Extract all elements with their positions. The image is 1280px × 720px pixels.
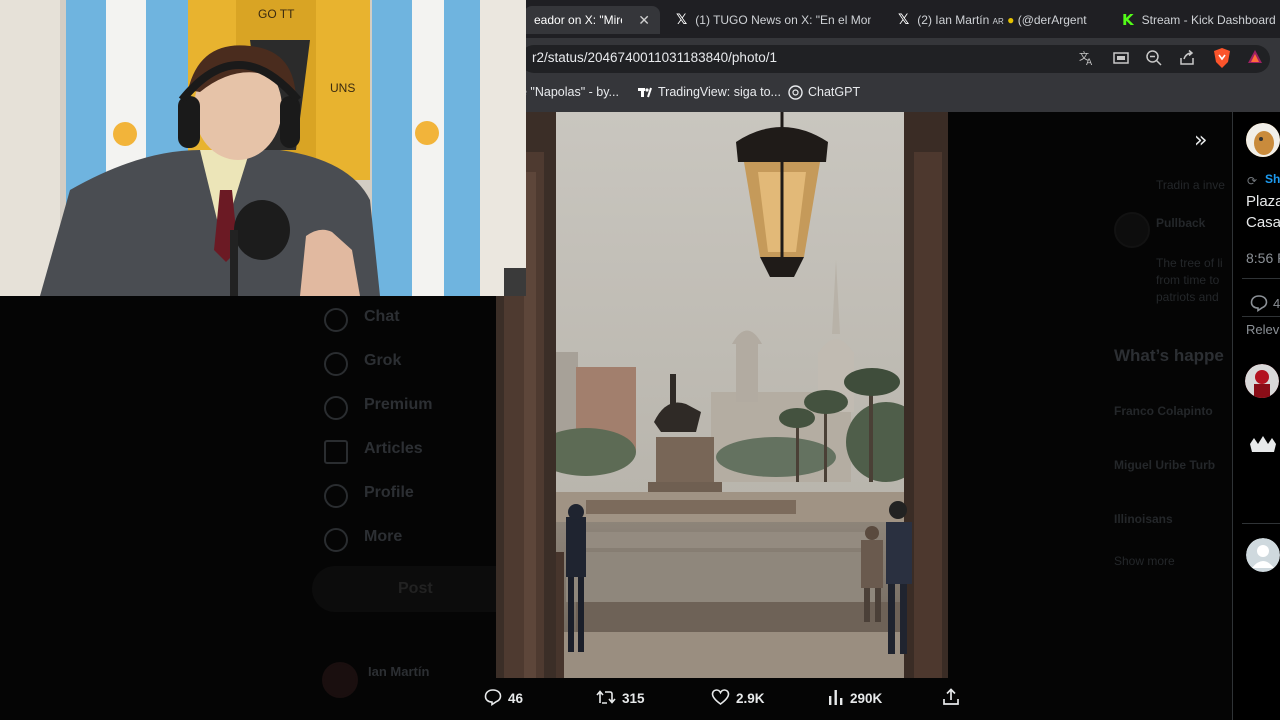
bookmark-label: e "Napolas" - by...: [520, 85, 619, 99]
avatar[interactable]: [1246, 123, 1280, 157]
divider: [1242, 523, 1280, 524]
repost-count: 315: [622, 691, 645, 706]
reposted-label: Sh: [1265, 172, 1280, 186]
post-button-label: Post: [398, 580, 433, 597]
translate-icon[interactable]: 文A: [1078, 49, 1096, 71]
trend-item: Franco Colapinto: [1114, 404, 1213, 418]
webcam-overlay: GO TT UNS: [0, 0, 526, 296]
dim-post-text: patriots and: [1156, 290, 1219, 304]
plaza-photo-image: [496, 112, 948, 678]
avatar: [1114, 212, 1150, 248]
nav-premium: Premium: [364, 396, 433, 413]
avatar[interactable]: [1245, 364, 1279, 398]
tradingview-icon: [638, 85, 652, 99]
bookmark-label: ChatGPT: [808, 85, 861, 99]
repost-icon: [596, 688, 616, 709]
premium-icon: [324, 396, 348, 420]
more-icon: [324, 528, 348, 552]
banner-text: UNS: [330, 81, 355, 95]
account-name: Ian Martín: [368, 664, 430, 679]
like-button[interactable]: 2.9K: [711, 688, 765, 709]
views-count: 290K: [850, 691, 883, 706]
brave-rewards-icon[interactable]: [1246, 48, 1264, 70]
post-text-line: Casa: [1246, 214, 1280, 231]
tab-ian-martin[interactable]: 𝕏 (2) Ian Martín AR ● (@derArgent: [898, 6, 1104, 34]
repost-button[interactable]: 315: [596, 688, 645, 709]
trend-item: Illinoisans: [1114, 512, 1173, 526]
grok-icon: [324, 352, 348, 376]
heart-icon: [711, 688, 730, 709]
show-more-link: Show more: [1114, 554, 1175, 568]
repost-icon: ⟳: [1247, 174, 1258, 188]
articles-icon: [324, 440, 348, 464]
nav-grok: Grok: [364, 352, 402, 369]
tab-label: (2) Ian Martín AR ● (@derArgent: [917, 13, 1087, 27]
avatar[interactable]: [1246, 430, 1280, 464]
whats-happening-heading: What’s happe: [1114, 346, 1224, 365]
media-photo[interactable]: [496, 112, 948, 678]
expand-panel-icon[interactable]: »: [1194, 128, 1207, 153]
sort-relevance[interactable]: Relev: [1246, 322, 1279, 337]
share-button[interactable]: [942, 688, 960, 709]
x-logo-icon: 𝕏: [676, 12, 688, 28]
cast-icon[interactable]: [1112, 49, 1130, 71]
trend-item: Miguel Uribe Turb: [1114, 458, 1216, 472]
reply-icon[interactable]: [1250, 294, 1268, 317]
bookmark-chatgpt[interactable]: ChatGPT: [788, 85, 861, 100]
bookmark-napolas[interactable]: e "Napolas" - by...: [520, 85, 619, 99]
banner-text: GO TT: [258, 7, 295, 21]
tab-label: Stream - Kick Dashboard: [1141, 13, 1276, 27]
profile-icon: [324, 484, 348, 508]
reply-icon: [484, 688, 502, 709]
brave-shield-icon[interactable]: [1212, 47, 1232, 73]
nav-more: More: [364, 528, 403, 545]
bookmark-label: TradingView: siga to...: [658, 85, 781, 99]
dim-post-user: Pullback: [1156, 216, 1206, 230]
close-icon[interactable]: ✕: [638, 12, 650, 29]
dim-post-text: from time to: [1156, 273, 1220, 287]
tab-active[interactable]: eador on X: "Miren l ✕: [524, 6, 660, 34]
x-logo-icon: 𝕏: [898, 12, 910, 28]
divider: [1242, 316, 1280, 317]
webcam-image: GO TT UNS: [0, 0, 526, 296]
bookmark-tradingview[interactable]: TradingView: siga to...: [638, 85, 781, 99]
reply-count: 4: [1273, 296, 1280, 311]
tab-label: (1) TUGO News on X: "En el Monu: [695, 13, 872, 27]
post-time: 8:56 P: [1246, 250, 1280, 266]
chat-icon: [324, 308, 348, 332]
avatar[interactable]: [1246, 538, 1280, 572]
tab-tugo[interactable]: 𝕏 (1) TUGO News on X: "En el Monu: [676, 6, 880, 34]
reply-button[interactable]: 46: [484, 688, 523, 709]
avatar: [322, 662, 358, 698]
share-icon: [942, 688, 960, 709]
share-icon[interactable]: [1178, 49, 1196, 71]
tab-label: eador on X: "Miren l: [534, 13, 622, 27]
like-count: 2.9K: [736, 691, 765, 706]
dim-post-text: Tradin a inve: [1156, 178, 1225, 192]
nav-profile: Profile: [364, 484, 414, 501]
nav-articles: Articles: [364, 440, 423, 457]
divider: [1242, 278, 1280, 279]
reply-count: 46: [508, 691, 524, 706]
views-button[interactable]: 290K: [828, 688, 882, 709]
post-text-line: Plaza: [1246, 193, 1280, 210]
url-text[interactable]: r2/status/2046740011031183840/photo/1: [532, 50, 777, 65]
svg-text:A: A: [1086, 58, 1093, 67]
analytics-icon: [828, 688, 844, 709]
chatgpt-icon: [788, 85, 803, 100]
nav-chat: Chat: [364, 308, 400, 325]
tab-kick[interactable]: K Stream - Kick Dashboard: [1122, 6, 1278, 34]
kick-logo-icon: K: [1122, 11, 1134, 29]
zoom-out-icon[interactable]: [1145, 49, 1163, 71]
dim-post-text: The tree of li: [1156, 256, 1223, 270]
webcam-edge: [504, 268, 526, 296]
